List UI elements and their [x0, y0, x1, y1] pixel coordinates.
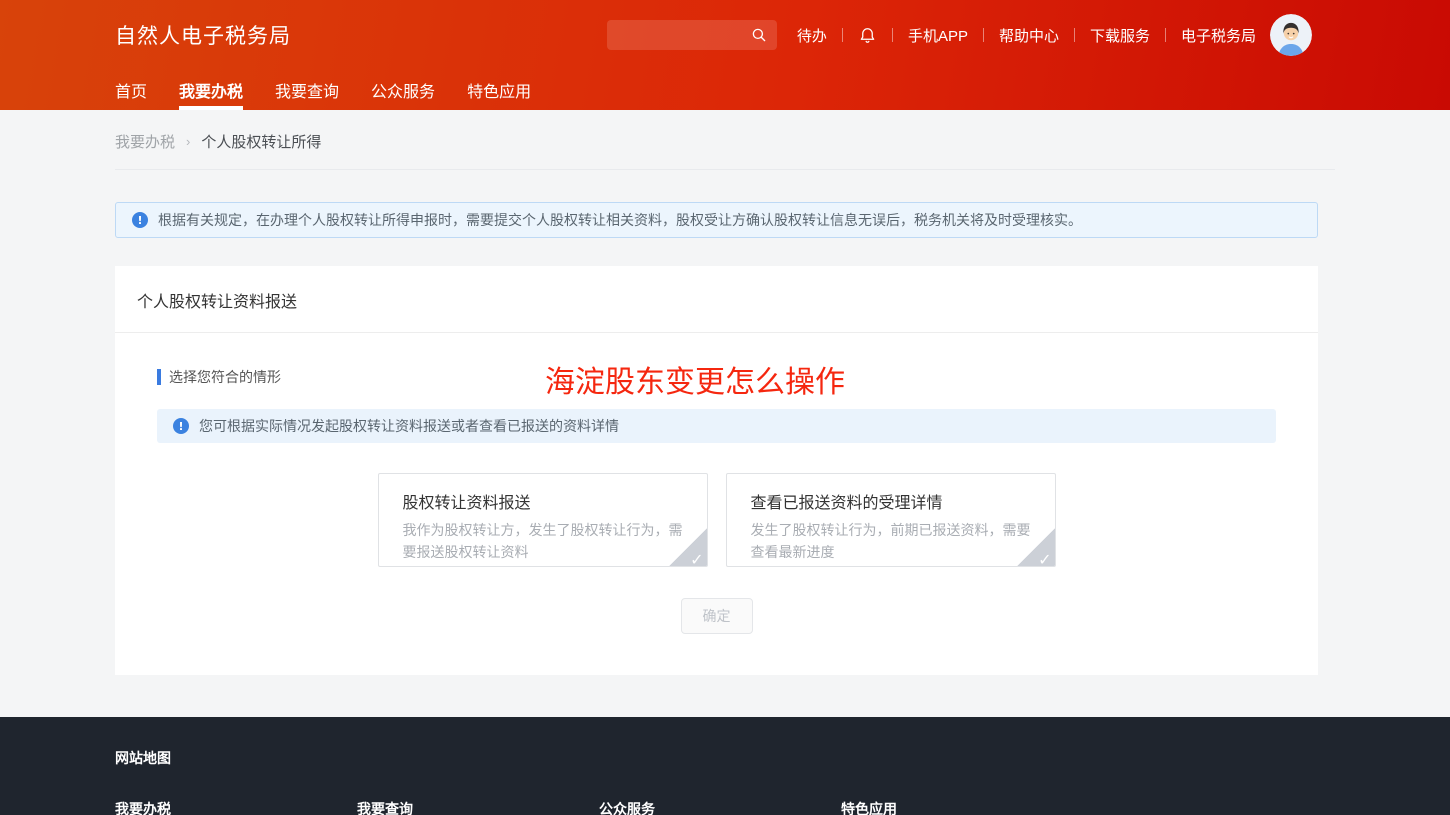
site-footer: 网站地图 我要办税 专项附加扣除填报 我要查询 申报信息查询 公众服务 票证查验… [0, 717, 1450, 815]
help-center-link[interactable]: 帮助中心 [999, 25, 1059, 46]
footer-col-inquiry: 我要查询 申报信息查询 [357, 799, 599, 815]
footer-col-tax-handling: 我要办税 专项附加扣除填报 [115, 799, 357, 815]
header-links: 待办 手机APP 帮助中心 下载服务 电子税务局 [797, 25, 1256, 46]
divider [1165, 28, 1166, 42]
app-header: 自然人电子税务局 待办 手机APP 帮助中心 下载服务 [0, 0, 1450, 110]
confirm-button[interactable]: 确定 [681, 598, 753, 634]
header-top-row: 自然人电子税务局 待办 手机APP 帮助中心 下载服务 [0, 0, 1450, 70]
option-title: 查看已报送资料的受理详情 [751, 489, 1031, 513]
section-accent-bar [157, 369, 161, 385]
options-row: 股权转让资料报送 我作为股权转让方，发生了股权转让行为，需要报送股权转让资料 查… [157, 473, 1276, 567]
footer-col-header: 我要查询 [357, 799, 599, 815]
etax-bureau-link[interactable]: 电子税务局 [1181, 25, 1256, 46]
chevron-right-icon: › [186, 134, 190, 149]
todo-link[interactable]: 待办 [797, 25, 827, 46]
option-description: 发生了股权转让行为，前期已报送资料，需要查看最新进度 [751, 520, 1031, 563]
sitemap-title: 网站地图 [115, 748, 1450, 768]
confirm-row: 确定 [157, 598, 1276, 634]
divider [983, 28, 984, 42]
tab-public-service[interactable]: 公众服务 [371, 70, 435, 110]
top-notice-banner: ! 根据有关规定，在办理个人股权转让所得申报时，需要提交个人股权转让相关资料，股… [115, 202, 1318, 238]
tab-home[interactable]: 首页 [115, 70, 147, 110]
option-view-progress[interactable]: 查看已报送资料的受理详情 发生了股权转让行为，前期已报送资料，需要查看最新进度 [726, 473, 1056, 567]
footer-col-public-service: 公众服务 票证查验 [599, 799, 841, 815]
search-input[interactable] [619, 28, 750, 43]
breadcrumb-parent[interactable]: 我要办税 [115, 131, 175, 152]
panel-title: 个人股权转让资料报送 [115, 266, 1318, 333]
section-heading-text: 选择您符合的情形 [169, 367, 281, 387]
search-box[interactable] [607, 20, 777, 50]
breadcrumb-current: 个人股权转让所得 [201, 131, 321, 152]
option-description: 我作为股权转让方，发生了股权转让行为，需要报送股权转让资料 [403, 520, 683, 563]
tab-featured-apps[interactable]: 特色应用 [467, 70, 531, 110]
tab-inquiry[interactable]: 我要查询 [275, 70, 339, 110]
option-submit-materials[interactable]: 股权转让资料报送 我作为股权转让方，发生了股权转让行为，需要报送股权转让资料 [378, 473, 708, 567]
top-notice-text: 根据有关规定，在办理个人股权转让所得申报时，需要提交个人股权转让相关资料，股权受… [158, 210, 1082, 230]
footer-col-header: 特色应用 [841, 799, 1083, 815]
annotation-overlay-text: 海淀股东变更怎么操作 [545, 357, 845, 401]
site-logo: 自然人电子税务局 [115, 20, 291, 50]
user-avatar[interactable] [1270, 14, 1312, 56]
info-icon: ! [173, 418, 189, 434]
footer-col-header: 公众服务 [599, 799, 841, 815]
bell-icon[interactable] [858, 25, 877, 46]
footer-columns: 我要办税 专项附加扣除填报 我要查询 申报信息查询 公众服务 票证查验 特色应用 [115, 799, 1450, 815]
checkmark-corner-icon [669, 528, 707, 566]
tab-tax-handling[interactable]: 我要办税 [179, 70, 243, 110]
download-service-link[interactable]: 下载服务 [1090, 25, 1150, 46]
breadcrumb: 我要办税 › 个人股权转让所得 [115, 110, 1335, 170]
divider [842, 28, 843, 42]
search-icon[interactable] [750, 26, 768, 44]
footer-col-featured-apps: 特色应用 [841, 799, 1083, 815]
divider [1074, 28, 1075, 42]
inner-notice-text: 您可根据实际情况发起股权转让资料报送或者查看已报送的资料详情 [199, 416, 619, 436]
main-nav: 首页 我要办税 我要查询 公众服务 特色应用 [0, 70, 1450, 110]
main-panel: 个人股权转让资料报送 选择您符合的情形 海淀股东变更怎么操作 ! 您可根据实际情… [115, 266, 1318, 675]
info-icon: ! [132, 212, 148, 228]
option-title: 股权转让资料报送 [403, 489, 683, 513]
footer-col-header: 我要办税 [115, 799, 357, 815]
panel-body: 选择您符合的情形 海淀股东变更怎么操作 ! 您可根据实际情况发起股权转让资料报送… [115, 333, 1318, 675]
divider [892, 28, 893, 42]
mobile-app-link[interactable]: 手机APP [908, 25, 968, 46]
inner-notice-banner: ! 您可根据实际情况发起股权转让资料报送或者查看已报送的资料详情 [157, 409, 1276, 443]
checkmark-corner-icon [1017, 528, 1055, 566]
